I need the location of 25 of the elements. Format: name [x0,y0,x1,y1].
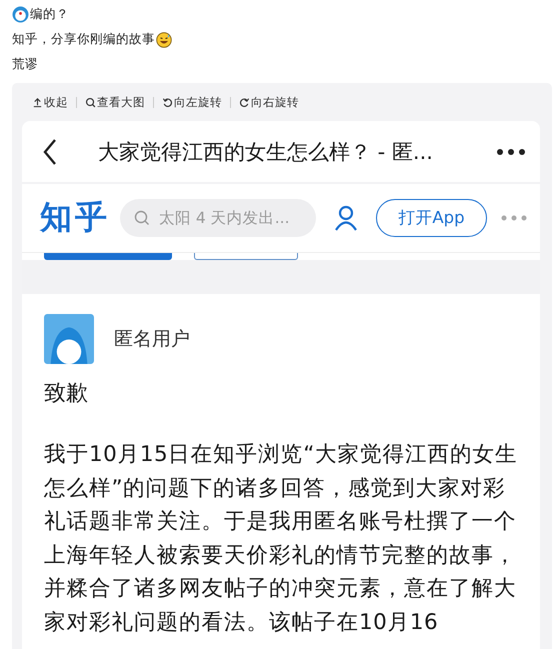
comment-text: 知乎，分享你刚编的故事 [12,31,155,48]
answer-heading: 致歉 [44,380,89,408]
grin-sweat-emoji-icon [156,32,172,48]
rotate-right-icon [239,96,250,108]
image-tool-button[interactable]: 向左旋转 [162,94,222,110]
secondary-button[interactable] [194,253,298,260]
answer-text: 我于10月15日在知乎浏览“大家觉得江西的女生怎么样”的问题下的诸多回答，感觉到大家对彩礼话题非常关注。于是我用匿名账号杜撰了一个上海年轻人被索要天价彩礼的情节完整的故事，并糅合了诸多网友帖子的冲突元素，意在了解大家对彩礼问题的看法。该帖子在10月16 [44,441,518,636]
author-name[interactable]: 匿名用户 [114,326,190,352]
avatar-icon [12,6,29,23]
comment-text: 编的？ [30,6,69,23]
rotate-left-icon [162,96,173,108]
site-logo[interactable]: 知乎 [40,196,110,240]
collapse-icon [32,96,43,108]
back-icon[interactable] [42,138,58,166]
open-app-button[interactable]: 打开App [376,199,487,237]
image-tool-button[interactable]: 收起 [32,94,68,110]
user-icon[interactable] [334,205,358,231]
search-icon [85,96,96,108]
image-tool-button[interactable]: 查看大图 [85,94,145,110]
page-title: 大家觉得江西的女生怎么样？ - 匿... [98,138,434,166]
more-icon[interactable] [496,148,526,156]
avatar-icon [44,314,94,364]
image-tool-button[interactable]: 向右旋转 [239,94,299,110]
comment-text: 荒谬 [12,56,38,73]
search-icon [134,210,150,226]
